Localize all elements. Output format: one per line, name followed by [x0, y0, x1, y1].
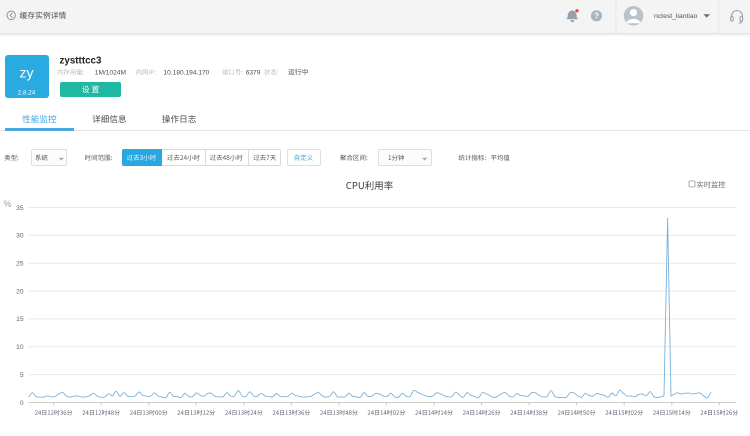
svg-text:30: 30: [16, 233, 24, 240]
svg-text:25: 25: [16, 261, 24, 268]
svg-text:10: 10: [16, 344, 24, 351]
svg-text:6379: 6379: [246, 69, 261, 76]
svg-text:%: %: [4, 199, 12, 209]
svg-text:10.180.194.170: 10.180.194.170: [164, 69, 210, 76]
svg-text:5: 5: [20, 372, 24, 379]
svg-text:zystttcc3: zystttcc3: [60, 56, 102, 67]
svg-text:15: 15: [16, 316, 24, 323]
svg-text:?: ?: [594, 12, 599, 21]
svg-text:1M/1024M: 1M/1024M: [95, 69, 126, 76]
svg-text:zy: zy: [20, 65, 34, 81]
svg-text:0: 0: [20, 400, 24, 407]
svg-text:2.8.24: 2.8.24: [18, 89, 36, 96]
svg-text:nctest_liantiao: nctest_liantiao: [654, 13, 698, 20]
svg-text:20: 20: [16, 288, 24, 295]
svg-text:35: 35: [16, 205, 24, 212]
